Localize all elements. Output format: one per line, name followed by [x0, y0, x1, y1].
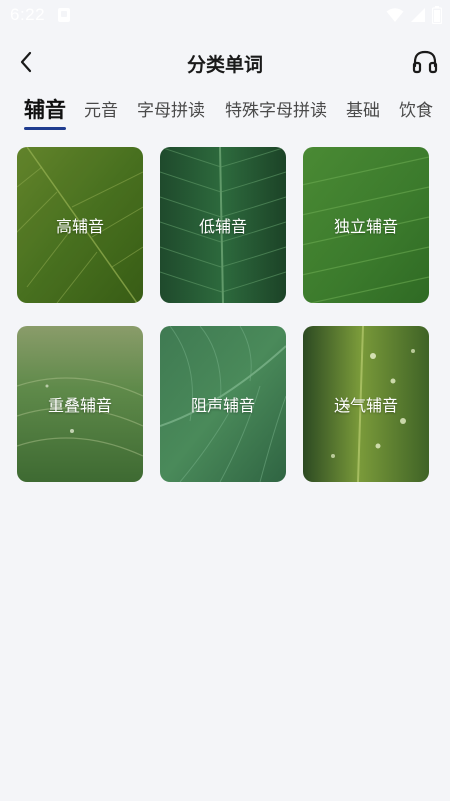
- page-title: 分类单词: [186, 54, 263, 76]
- category-card-double-consonants[interactable]: 重叠辅音: [17, 326, 143, 482]
- tab-food[interactable]: 饮食: [399, 96, 433, 121]
- category-card-high-consonants[interactable]: 高辅音: [17, 147, 143, 303]
- category-card-stop-consonants[interactable]: 阻声辅音: [160, 326, 286, 482]
- category-card-label: 送气辅音: [333, 396, 398, 415]
- header: 分类单词: [0, 38, 450, 86]
- category-card-label: 独立辅音: [333, 217, 398, 236]
- wifi-icon: [386, 8, 404, 22]
- tab-phonics[interactable]: 字母拼读: [137, 96, 205, 121]
- category-card-label: 高辅音: [55, 217, 104, 236]
- signal-icon: [411, 8, 425, 22]
- tab-basics[interactable]: 基础: [346, 96, 380, 121]
- tab-consonants[interactable]: 辅音: [24, 94, 66, 124]
- status-icons: [386, 6, 442, 24]
- category-card-low-consonants[interactable]: 低辅音: [160, 147, 286, 303]
- active-tab-indicator: [24, 127, 66, 130]
- notification-icon: [58, 8, 70, 22]
- category-tabs: 辅音 元音 字母拼读 特殊字母拼读 基础 饮食: [0, 94, 450, 134]
- status-time: 6:22: [10, 5, 46, 24]
- tab-vowels[interactable]: 元音: [84, 96, 118, 121]
- battery-icon: [432, 6, 442, 24]
- headphone-icon: [412, 50, 438, 74]
- category-card-label: 低辅音: [198, 217, 247, 236]
- category-card-aspirated-consonants[interactable]: 送气辅音: [303, 326, 429, 482]
- tab-special-phonics[interactable]: 特殊字母拼读: [225, 96, 327, 121]
- status-bar: 6:22: [0, 0, 450, 30]
- category-card-independent-consonants[interactable]: 独立辅音: [303, 147, 429, 303]
- headphone-button[interactable]: [410, 47, 440, 77]
- category-card-label: 重叠辅音: [47, 396, 112, 415]
- category-card-label: 阻声辅音: [190, 396, 255, 415]
